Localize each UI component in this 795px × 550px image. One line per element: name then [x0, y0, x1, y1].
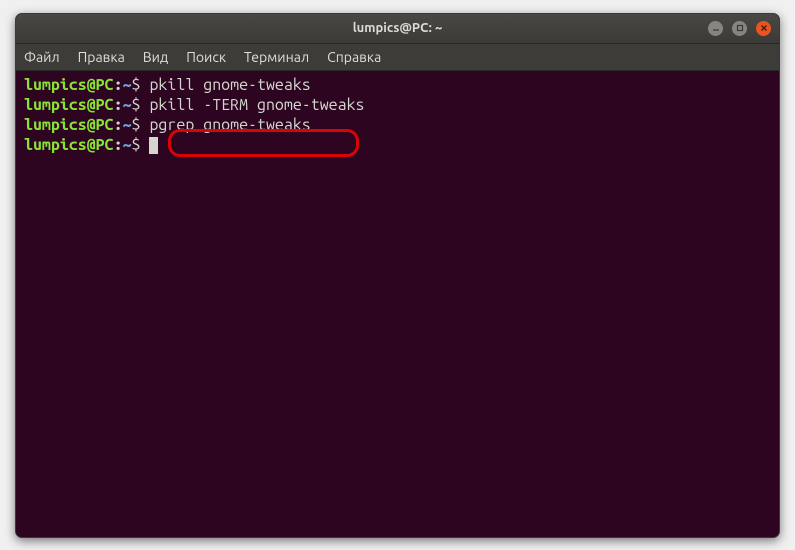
prompt-dollar: $ [132, 116, 141, 134]
prompt-colon: : [114, 76, 123, 94]
prompt-path: ~ [123, 136, 132, 154]
prompt-dollar: $ [132, 76, 141, 94]
terminal-line: lumpics@PC:~$ [24, 135, 771, 155]
menu-help[interactable]: Справка [327, 49, 381, 65]
menu-terminal[interactable]: Терминал [244, 49, 309, 65]
prompt-colon: : [114, 96, 123, 114]
menu-search[interactable]: Поиск [186, 49, 226, 65]
close-button[interactable] [756, 21, 771, 36]
terminal-window: lumpics@PC: ~ Файл Правка Вид Поиск Терм… [15, 13, 780, 538]
prompt-colon: : [114, 136, 123, 154]
menubar: Файл Правка Вид Поиск Терминал Справка [16, 44, 779, 71]
window-title: lumpics@PC: ~ [353, 21, 443, 35]
prompt-colon: : [114, 116, 123, 134]
menu-edit[interactable]: Правка [78, 49, 125, 65]
terminal-line: lumpics@PC:~$ pkill -TERM gnome-tweaks [24, 95, 771, 115]
command-text [141, 136, 150, 154]
terminal-body[interactable]: lumpics@PC:~$ pkill gnome-tweaks lumpics… [16, 71, 779, 537]
terminal-line: lumpics@PC:~$ pgrep gnome-tweaks [24, 115, 771, 135]
prompt-path: ~ [123, 116, 132, 134]
prompt-user: lumpics@PC [24, 116, 114, 134]
command-text: pgrep gnome-tweaks [141, 116, 311, 134]
prompt-dollar: $ [132, 96, 141, 114]
prompt-dollar: $ [132, 136, 141, 154]
prompt-user: lumpics@PC [24, 96, 114, 114]
prompt-path: ~ [123, 96, 132, 114]
titlebar: lumpics@PC: ~ [16, 14, 779, 44]
command-text: pkill gnome-tweaks [141, 76, 311, 94]
terminal-line: lumpics@PC:~$ pkill gnome-tweaks [24, 75, 771, 95]
window-controls [708, 21, 771, 36]
cursor [149, 137, 158, 154]
minimize-button[interactable] [708, 21, 723, 36]
menu-view[interactable]: Вид [143, 49, 168, 65]
prompt-user: lumpics@PC [24, 136, 114, 154]
prompt-user: lumpics@PC [24, 76, 114, 94]
maximize-button[interactable] [732, 21, 747, 36]
command-text: pkill -TERM gnome-tweaks [141, 96, 365, 114]
menu-file[interactable]: Файл [24, 49, 60, 65]
prompt-path: ~ [123, 76, 132, 94]
